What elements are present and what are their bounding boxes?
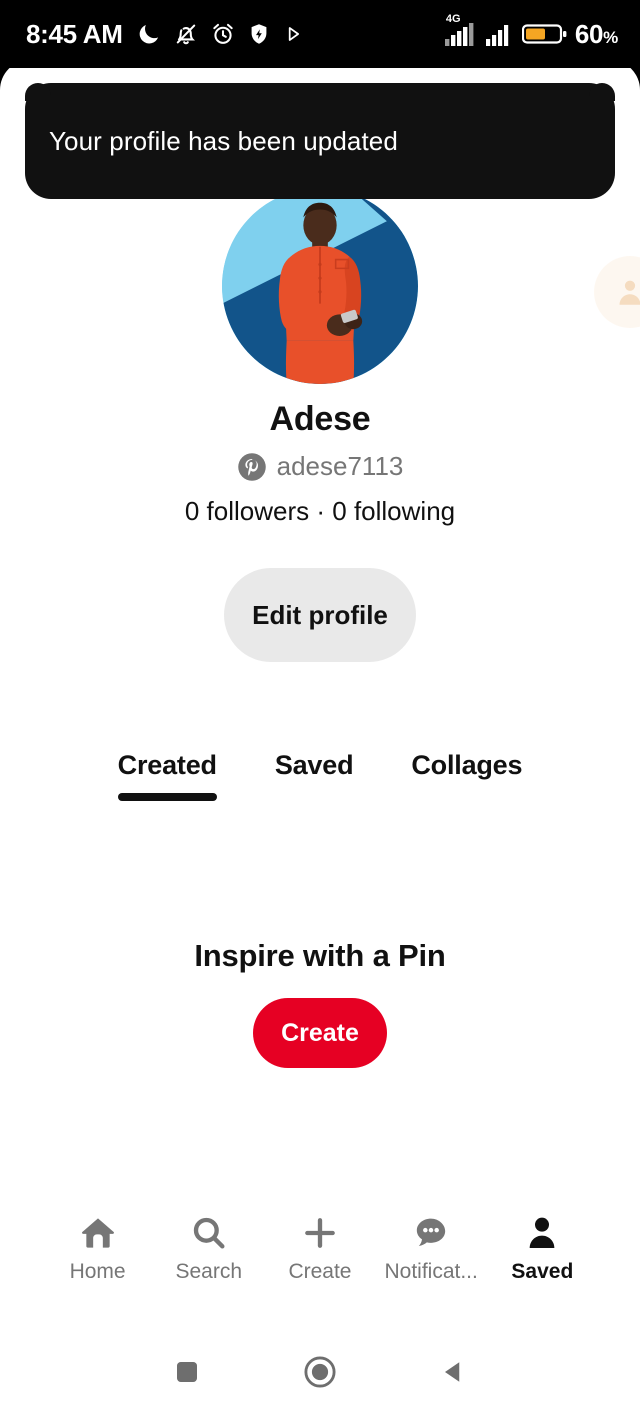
chat-bubble-dots-icon — [411, 1212, 451, 1254]
bottom-navigation: Home Search Create Notificat... Saved — [0, 1196, 640, 1300]
battery-percent-label: 60% — [574, 18, 618, 49]
nav-item-saved-label: Saved — [511, 1260, 574, 1283]
toast-ear-right — [589, 83, 615, 101]
nav-item-home-label: Home — [69, 1260, 126, 1283]
nav-item-home[interactable]: Home — [50, 1212, 146, 1284]
create-pin-button[interactable]: Create — [253, 998, 387, 1068]
alarm-clock-icon — [210, 21, 236, 47]
do-not-disturb-moon-icon — [136, 21, 162, 47]
status-bar-left: 8:45 AM — [26, 19, 304, 50]
network-type-label: 4G — [445, 12, 461, 25]
nav-item-notifications-label: Notificat... — [384, 1260, 478, 1283]
tab-created[interactable]: Created — [114, 750, 221, 801]
search-icon — [189, 1212, 229, 1254]
status-bar-right: 4G 60% — [444, 12, 618, 52]
tab-collages-label: Collages — [411, 750, 523, 780]
plus-icon — [300, 1212, 340, 1254]
nav-item-notifications[interactable]: Notificat... — [383, 1212, 479, 1284]
shield-lightning-icon — [247, 22, 271, 46]
avatar[interactable] — [222, 188, 418, 384]
tab-created-label: Created — [117, 750, 217, 780]
battery-icon — [521, 21, 568, 47]
tab-active-underline — [117, 793, 217, 801]
edit-profile-button[interactable]: Edit profile — [224, 568, 416, 662]
profile-tabs: Created Saved Collages — [0, 750, 640, 801]
android-system-nav — [0, 1322, 640, 1422]
toast-message: Your profile has been updated — [49, 125, 398, 156]
pinterest-logo-icon — [237, 452, 266, 481]
signal-bars-icon — [485, 21, 515, 47]
recents-square-icon[interactable] — [157, 1342, 217, 1402]
nav-item-search[interactable]: Search — [161, 1212, 257, 1284]
profile-section: Adese adese7113 0 followers · 0 followin… — [0, 188, 640, 662]
empty-state: Inspire with a Pin Create — [0, 938, 640, 1068]
person-badge-icon — [619, 280, 640, 305]
phone-screen: Adese adese7113 0 followers · 0 followin… — [0, 0, 640, 1422]
tab-saved-label: Saved — [274, 750, 354, 780]
page-title: Adese — [269, 400, 371, 438]
avatar-photo — [222, 188, 418, 384]
person-icon — [522, 1212, 562, 1254]
follower-stats: 0 followers · 0 following — [184, 496, 456, 526]
app-surface: Adese adese7113 0 followers · 0 followin… — [0, 60, 640, 1422]
home-circle-icon[interactable] — [290, 1342, 350, 1402]
play-triangle-icon — [282, 23, 304, 45]
username-row: adese7113 — [237, 451, 404, 482]
toast-ear-left — [25, 83, 51, 101]
username-label: adese7113 — [276, 451, 404, 481]
nav-item-search-label: Search — [175, 1260, 243, 1283]
status-time: 8:45 AM — [26, 18, 123, 49]
bell-muted-icon — [173, 21, 199, 47]
tab-saved-underline — [275, 793, 354, 801]
status-bar: 8:45 AM 4G 60% — [0, 0, 640, 68]
tab-saved[interactable]: Saved — [271, 750, 358, 801]
empty-state-title: Inspire with a Pin — [194, 938, 446, 973]
nav-item-create-label: Create — [288, 1260, 352, 1283]
toast-notification[interactable]: Your profile has been updated — [25, 83, 615, 199]
tab-collages-underline — [411, 793, 522, 801]
nav-item-create[interactable]: Create — [272, 1212, 368, 1284]
home-icon — [78, 1212, 118, 1254]
nav-item-saved[interactable]: Saved — [494, 1212, 590, 1284]
signal-4g-icon: 4G — [444, 12, 478, 52]
back-triangle-icon[interactable] — [423, 1342, 483, 1402]
tab-collages[interactable]: Collages — [407, 750, 526, 801]
